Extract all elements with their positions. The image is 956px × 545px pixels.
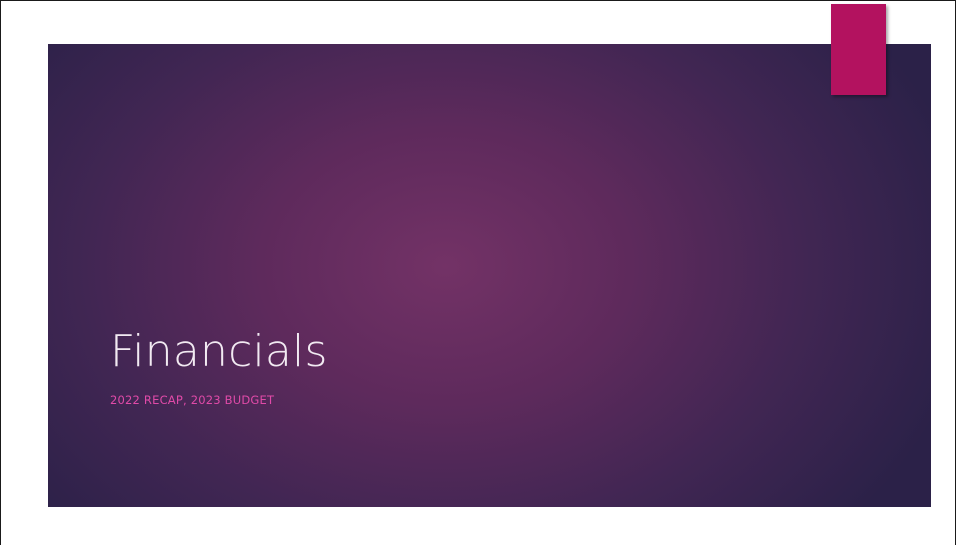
slide-subtitle: 2022 RECAP, 2023 BUDGET	[110, 393, 275, 407]
presentation-page: Financials 2022 RECAP, 2023 BUDGET	[0, 0, 956, 545]
slide-title: Financials	[110, 326, 328, 377]
accent-tab-decoration	[831, 4, 886, 95]
title-slide: Financials 2022 RECAP, 2023 BUDGET	[48, 44, 931, 507]
